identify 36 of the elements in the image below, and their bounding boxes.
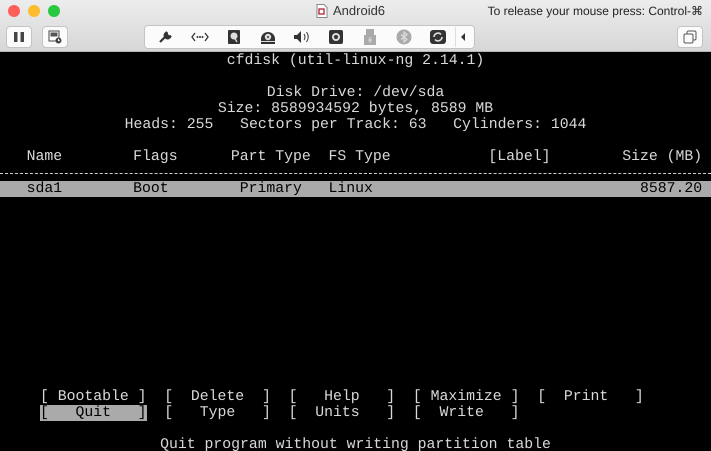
partition-row[interactable]: sda1 Boot Primary Linux 8587.20 <box>0 181 711 197</box>
disk-info: Heads: 255 Sectors per Track: 63 Cylinders: 1044 <box>124 117 586 133</box>
windows-icon <box>683 30 697 44</box>
column-header: Name <box>26 149 62 165</box>
pause-icon <box>13 30 25 42</box>
table-cell: sda1 <box>26 181 62 197</box>
pause-button[interactable] <box>6 26 32 48</box>
table-cell: Linux <box>328 181 373 197</box>
column-header: [Label] <box>488 149 551 165</box>
menu-option[interactable]: [ Units ] <box>288 405 396 421</box>
mouse-release-hint: To release your mouse press: Control-⌘ <box>488 4 703 18</box>
column-header: Flags <box>133 149 178 165</box>
window-title: Android6 <box>333 3 386 18</box>
table-cell: 8587.20 <box>640 181 702 197</box>
column-header: Part Type <box>230 149 311 165</box>
menu-option[interactable]: [ Maximize ] <box>412 389 520 405</box>
menu-option[interactable]: [ Help ] <box>288 389 396 405</box>
table-cell: Boot <box>133 181 169 197</box>
column-header: Size (MB) <box>622 149 702 165</box>
program-title: cfdisk (util-linux-ng 2.14.1) <box>226 53 484 69</box>
disk-info: Disk Drive: /dev/sda <box>266 85 444 101</box>
menu-option[interactable]: [ Write ] <box>412 405 520 421</box>
menu-option[interactable]: [ Bootable ] <box>40 389 147 405</box>
fullscreen-button[interactable] <box>677 26 703 48</box>
status-message: Quit program without writing partition table <box>160 437 551 451</box>
table-cell: Primary <box>240 181 302 197</box>
menu-option[interactable]: [ Delete ] <box>164 389 271 405</box>
disk-info: Size: 8589934592 bytes, 8589 MB <box>218 101 494 117</box>
snapshot-button[interactable] <box>42 26 68 48</box>
menu-option[interactable]: [ Print ] <box>537 389 644 405</box>
menu-option[interactable]: [ Quit ] <box>40 405 147 421</box>
document-icon <box>316 4 328 18</box>
screen-clock-icon <box>48 30 62 44</box>
column-header: FS Type <box>328 149 391 165</box>
menu-option[interactable]: [ Type ] <box>164 405 271 421</box>
close-button[interactable] <box>8 5 20 17</box>
